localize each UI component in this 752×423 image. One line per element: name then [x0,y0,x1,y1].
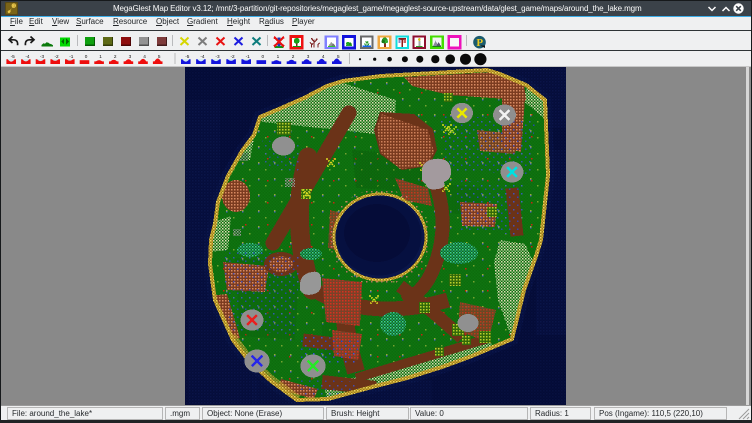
svg-text:-1: -1 [246,54,251,59]
svg-text:3: 3 [129,54,132,59]
svg-text:-4: -4 [200,54,205,59]
svg-text:0: 0 [261,54,264,59]
svg-text:4: 4 [143,54,146,59]
svg-text:1: 1 [277,54,280,59]
svg-text:5: 5 [158,54,161,59]
svg-text:-2: -2 [231,54,236,59]
svg-text:-3: -3 [215,54,220,59]
svg-text:2: 2 [292,54,295,59]
svg-text:-2: -2 [55,54,60,59]
svg-text:0: 0 [85,54,88,59]
svg-text:2: 2 [114,54,117,59]
svg-text:-4: -4 [25,54,30,59]
svg-text:-5: -5 [185,54,190,59]
svg-text:5: 5 [337,54,340,59]
svg-text:-3: -3 [40,54,45,59]
svg-text:-5: -5 [11,54,16,59]
svg-text:3: 3 [307,54,310,59]
svg-text:4: 4 [322,54,325,59]
svg-text:P: P [476,37,483,49]
svg-text:-1: -1 [69,54,74,59]
svg-text:1: 1 [99,54,102,59]
